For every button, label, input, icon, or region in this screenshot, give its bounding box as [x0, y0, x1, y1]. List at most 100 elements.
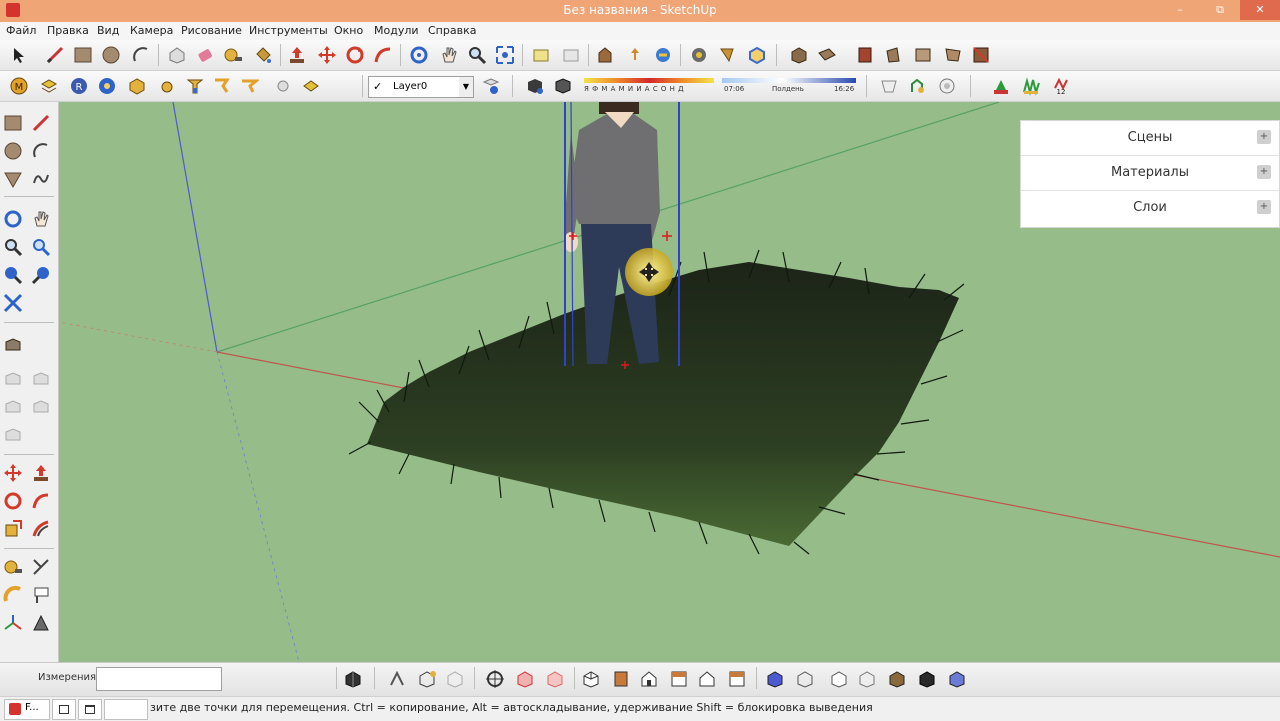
- display-shadows-icon[interactable]: [552, 75, 574, 97]
- pan-hand-icon[interactable]: [438, 44, 460, 66]
- tape-measure-tool-icon[interactable]: [2, 556, 24, 578]
- tray-materials-expand-icon[interactable]: +: [1257, 165, 1271, 179]
- views-iso-icon[interactable]: [788, 44, 810, 66]
- right-view-icon[interactable]: [668, 668, 690, 690]
- minimize-button[interactable]: –: [1160, 0, 1200, 20]
- layer-dropdown[interactable]: ✓ Layer0 ▼: [368, 76, 474, 98]
- box-view-white-icon[interactable]: [828, 668, 850, 690]
- section-display-icon[interactable]: [238, 75, 260, 97]
- views-right-icon[interactable]: [882, 44, 904, 66]
- pencil-line-icon[interactable]: [44, 44, 66, 66]
- dimension-dot-icon[interactable]: [272, 75, 294, 97]
- views-front-icon[interactable]: [854, 44, 876, 66]
- intersect-icon[interactable]: [30, 368, 52, 390]
- smoove-icon[interactable]: R: [68, 75, 90, 97]
- box-view-wire-icon[interactable]: [794, 668, 816, 690]
- flip-edge-icon[interactable]: [184, 75, 206, 97]
- menu-item-1[interactable]: Правка: [47, 24, 89, 37]
- tray-scenes-expand-icon[interactable]: +: [1257, 130, 1271, 144]
- menu-item-4[interactable]: Рисование: [181, 24, 242, 37]
- tape-measure-icon[interactable]: [222, 44, 244, 66]
- tray-layers[interactable]: Слои +: [1021, 191, 1279, 225]
- shadow-time-slider[interactable]: 07:06 Полдень 16:26: [722, 76, 858, 96]
- menu-item-3[interactable]: Камера: [130, 24, 173, 37]
- solid-tools-icon[interactable]: [2, 334, 24, 356]
- hidden-line-style-icon[interactable]: [444, 668, 466, 690]
- walk-tool-icon[interactable]: [30, 264, 52, 286]
- rectangle-tool-icon[interactable]: [2, 112, 24, 134]
- wireframe-style-icon[interactable]: [416, 668, 438, 690]
- push-pull-tool-icon[interactable]: [30, 462, 52, 484]
- axes-tool-icon[interactable]: [2, 612, 24, 634]
- iso-view-icon[interactable]: [580, 668, 602, 690]
- section-plane-icon[interactable]: [210, 75, 232, 97]
- sandbox-grid-icon[interactable]: [38, 75, 60, 97]
- menu-item-8[interactable]: Справка: [428, 24, 476, 37]
- arc-tool-icon[interactable]: [30, 140, 52, 162]
- offset-tool-icon[interactable]: [30, 518, 52, 540]
- shadow-month-slider[interactable]: Я Ф М А М И И А С О Н Д: [584, 76, 716, 96]
- rectangle-icon[interactable]: [72, 44, 94, 66]
- orbit-tool-icon[interactable]: [2, 208, 24, 230]
- previous-view-icon[interactable]: [530, 44, 552, 66]
- shaded-with-textures-icon[interactable]: [544, 668, 566, 690]
- dimension-tool-icon[interactable]: [30, 556, 52, 578]
- box-view-light-icon[interactable]: [856, 668, 878, 690]
- menu-item-5[interactable]: Инструменты: [249, 24, 328, 37]
- make-component-icon[interactable]: [166, 44, 188, 66]
- follow-me-tool-icon[interactable]: [30, 490, 52, 512]
- box-view-monochrome-icon[interactable]: [946, 668, 968, 690]
- style-builder-icon[interactable]: [746, 44, 768, 66]
- add-detail-icon[interactable]: [156, 75, 178, 97]
- trim-icon[interactable]: [2, 424, 24, 446]
- paint-bucket-icon[interactable]: [252, 44, 274, 66]
- box-view-dark-icon[interactable]: [916, 668, 938, 690]
- tray-scenes[interactable]: Сцены +: [1021, 121, 1279, 156]
- sandbox-tools-icon[interactable]: [906, 75, 928, 97]
- views-back-icon[interactable]: [912, 44, 934, 66]
- scatter-plugin-icon[interactable]: 12: [1050, 75, 1072, 97]
- drape-icon[interactable]: [126, 75, 148, 97]
- front-view-icon[interactable]: [638, 668, 660, 690]
- select-arrow-icon[interactable]: [8, 44, 30, 66]
- left-view-icon[interactable]: [726, 668, 748, 690]
- x-ray-style-icon[interactable]: [342, 668, 364, 690]
- circle-icon[interactable]: [100, 44, 122, 66]
- layout-send-icon[interactable]: [716, 44, 738, 66]
- get-models-icon[interactable]: [652, 44, 674, 66]
- measurements-input[interactable]: [96, 667, 222, 691]
- back-view-icon[interactable]: [696, 668, 718, 690]
- grass-plugin-icon[interactable]: [1020, 75, 1042, 97]
- model-viewport[interactable]: Сцены + Материалы + Слои +: [59, 102, 1280, 662]
- text-label-icon[interactable]: [300, 75, 322, 97]
- line-tool-icon[interactable]: [30, 112, 52, 134]
- rotate-icon[interactable]: [344, 44, 366, 66]
- 3d-warehouse-icon[interactable]: [594, 44, 616, 66]
- zoom-window-tool-icon[interactable]: [30, 236, 52, 258]
- push-pull-icon[interactable]: [286, 44, 308, 66]
- zoom-extents-tool-icon[interactable]: [2, 292, 24, 314]
- outer-shell-icon[interactable]: [2, 368, 24, 390]
- shadow-settings-icon[interactable]: [524, 75, 546, 97]
- zoom-tool-icon[interactable]: [2, 236, 24, 258]
- sandbox-from-contours-icon[interactable]: M: [8, 75, 30, 97]
- shaded-style-icon[interactable]: [514, 668, 536, 690]
- 3d-text-tool-icon[interactable]: [30, 612, 52, 634]
- taskbar-minimize-button[interactable]: [78, 699, 102, 720]
- layer-manager-icon[interactable]: [480, 75, 502, 97]
- views-top-icon[interactable]: [816, 44, 838, 66]
- subtract-icon[interactable]: [30, 396, 52, 418]
- back-edges-style-icon[interactable]: [386, 668, 408, 690]
- rotate-tool-icon[interactable]: [2, 490, 24, 512]
- plant-plugin-icon[interactable]: [990, 75, 1012, 97]
- circle-tool-icon[interactable]: [2, 140, 24, 162]
- taskbar-restore-button[interactable]: [52, 699, 76, 720]
- freehand-tool-icon[interactable]: [30, 168, 52, 190]
- extension-warehouse-icon[interactable]: [688, 44, 710, 66]
- menu-item-6[interactable]: Окно: [334, 24, 363, 37]
- polygon-tool-icon[interactable]: [2, 168, 24, 190]
- tray-materials[interactable]: Материалы +: [1021, 156, 1279, 191]
- text-tool-icon[interactable]: [30, 584, 52, 606]
- union-icon[interactable]: [2, 396, 24, 418]
- views-left-icon[interactable]: [942, 44, 964, 66]
